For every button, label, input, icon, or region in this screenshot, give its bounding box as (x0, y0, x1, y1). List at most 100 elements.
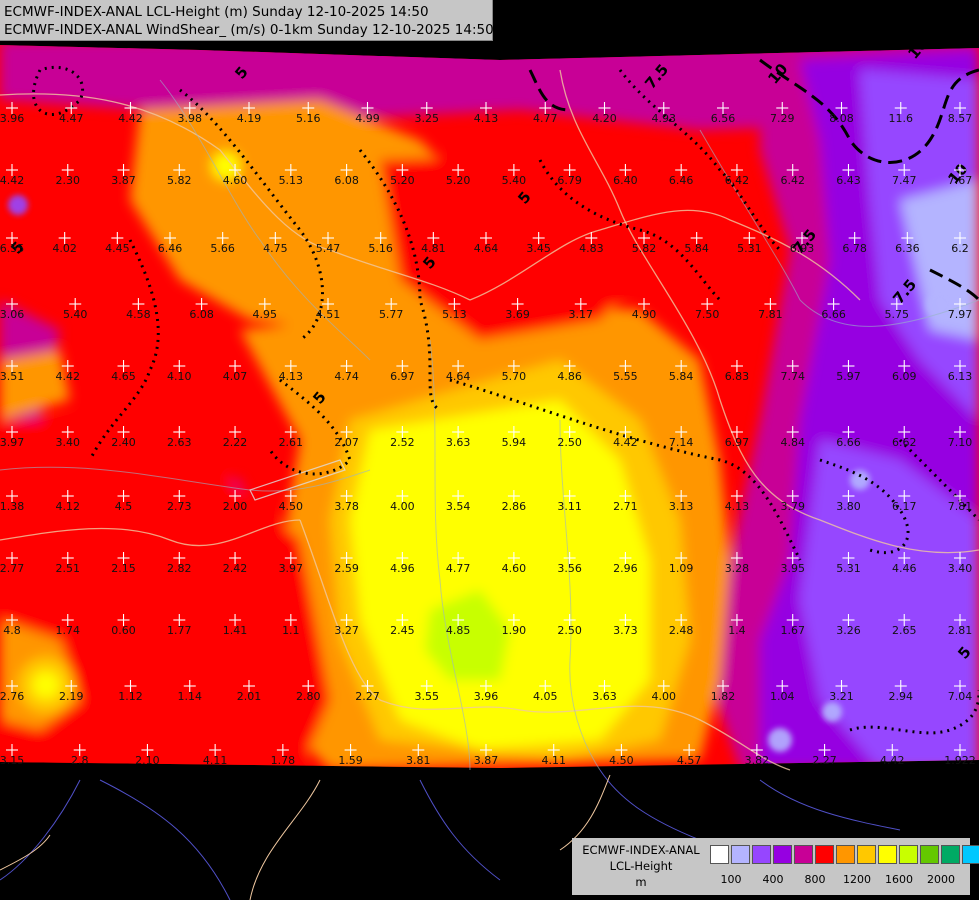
station-value: 4.86 (557, 370, 582, 383)
station-value: 4.64 (446, 370, 471, 383)
station-value: 3.25 (415, 112, 440, 125)
station-value: 5.20 (390, 174, 415, 187)
station-value: 4.74 (334, 370, 359, 383)
station-value: 7.97 (948, 308, 973, 321)
station-value: 6.83 (725, 370, 750, 383)
station-value: 8.08 (829, 112, 854, 125)
station-value: 3.56 (557, 562, 582, 575)
station-value: 3.63 (592, 690, 617, 703)
station-value: 4.64 (474, 242, 499, 255)
station-value: 6.43 (836, 174, 861, 187)
station-value: 7.50 (695, 308, 720, 321)
station-value: 4.12 (56, 500, 81, 513)
station-value: 3.13 (669, 500, 694, 513)
station-value: 4.13 (279, 370, 304, 383)
title-line-1: ECMWF-INDEX-ANAL LCL-Height (m) Sunday 1… (4, 4, 429, 20)
station-value: 5.16 (296, 112, 321, 125)
station-value: 4.90 (632, 308, 657, 321)
station-value: 2.40 (111, 436, 136, 449)
station-value: 4.47 (59, 112, 84, 125)
station-value: 5.40 (63, 308, 88, 321)
legend-swatch (794, 845, 813, 864)
station-value: 4.93 (652, 112, 677, 125)
station-value: 5.66 (210, 242, 235, 255)
station-value: 4.46 (892, 562, 917, 575)
station-value: 3.80 (836, 500, 861, 513)
station-value: 6.13 (948, 370, 973, 383)
legend-swatch (731, 845, 750, 864)
station-value: 3.54 (446, 500, 471, 513)
station-value: 5.20 (446, 174, 471, 187)
station-value: 6.46 (669, 174, 694, 187)
station-value: 4.60 (502, 562, 527, 575)
station-value: 5.40 (502, 174, 527, 187)
station-value: 1.78 (271, 754, 296, 767)
legend-tick-label: 100 (720, 873, 742, 886)
station-value: 4.10 (167, 370, 192, 383)
station-value: 3.95 (780, 562, 805, 575)
station-value: 1.04 (770, 690, 795, 703)
station-value: 3.96 (0, 112, 24, 125)
station-value: 2.76 (0, 690, 24, 703)
station-value: 5.31 (737, 242, 762, 255)
station-value: 3.21 (829, 690, 854, 703)
station-value: 5.75 (885, 308, 910, 321)
station-value: 3.81 (406, 754, 431, 767)
legend-units: m (635, 875, 647, 889)
station-value: 6.40 (613, 174, 638, 187)
station-value: 2.86 (502, 500, 527, 513)
station-value: 4.65 (111, 370, 136, 383)
station-value: 5.13 (442, 308, 467, 321)
station-value: 4.07 (223, 370, 248, 383)
legend-tick-label: 800 (804, 873, 826, 886)
station-value: 4.11 (203, 754, 228, 767)
station-value: 5.47 (316, 242, 341, 255)
station-value: 3.45 (526, 242, 551, 255)
station-value: 3.73 (613, 624, 638, 637)
station-value: 4.11 (541, 754, 566, 767)
station-value: 3.17 (569, 308, 594, 321)
station-value: 3.28 (725, 562, 750, 575)
station-value: 4.8 (3, 624, 21, 637)
station-value: 6.78 (842, 242, 867, 255)
station-value: 6.62 (892, 436, 917, 449)
station-value: 3.79 (780, 500, 805, 513)
legend-swatch (962, 845, 979, 864)
legend-swatch (941, 845, 960, 864)
station-value: 2.45 (390, 624, 415, 637)
station-value: 6.42 (780, 174, 805, 187)
legend-tick-label: 1200 (843, 873, 871, 886)
station-value: 4.42 (56, 370, 81, 383)
station-value: 2.51 (56, 562, 81, 575)
station-value: 6.97 (725, 436, 750, 449)
station-value: 6.79 (557, 174, 582, 187)
station-value: 5.31 (836, 562, 861, 575)
station-value: 3.26 (836, 624, 861, 637)
legend-title-line-2: LCL-Height (609, 859, 673, 873)
station-value: 2.07 (334, 436, 359, 449)
lcl-height-field (0, 45, 979, 768)
station-value: 2.50 (557, 436, 582, 449)
station-value: 3.96 (474, 690, 499, 703)
legend-swatch (815, 845, 834, 864)
station-value: 2.10 (135, 754, 160, 767)
station-value: 7.29 (770, 112, 795, 125)
legend-swatch (752, 845, 771, 864)
station-value: 4.42 (613, 436, 638, 449)
legend-swatch (773, 845, 792, 864)
station-value: 3.55 (415, 690, 440, 703)
station-value: 3.82 (745, 754, 770, 767)
station-value: 1.74 (56, 624, 81, 637)
station-value: 2.77 (0, 562, 24, 575)
station-value: 4.50 (279, 500, 304, 513)
station-value: 4.13 (474, 112, 499, 125)
legend-swatch (878, 845, 897, 864)
station-value: 4.02 (52, 242, 77, 255)
station-value: 3.63 (446, 436, 471, 449)
station-value: 7.10 (948, 436, 973, 449)
station-value: 2.96 (613, 562, 638, 575)
station-value: 2.73 (167, 500, 192, 513)
station-value: 5.16 (368, 242, 393, 255)
station-value: 2.81 (948, 624, 973, 637)
station-value: 7.14 (669, 436, 694, 449)
